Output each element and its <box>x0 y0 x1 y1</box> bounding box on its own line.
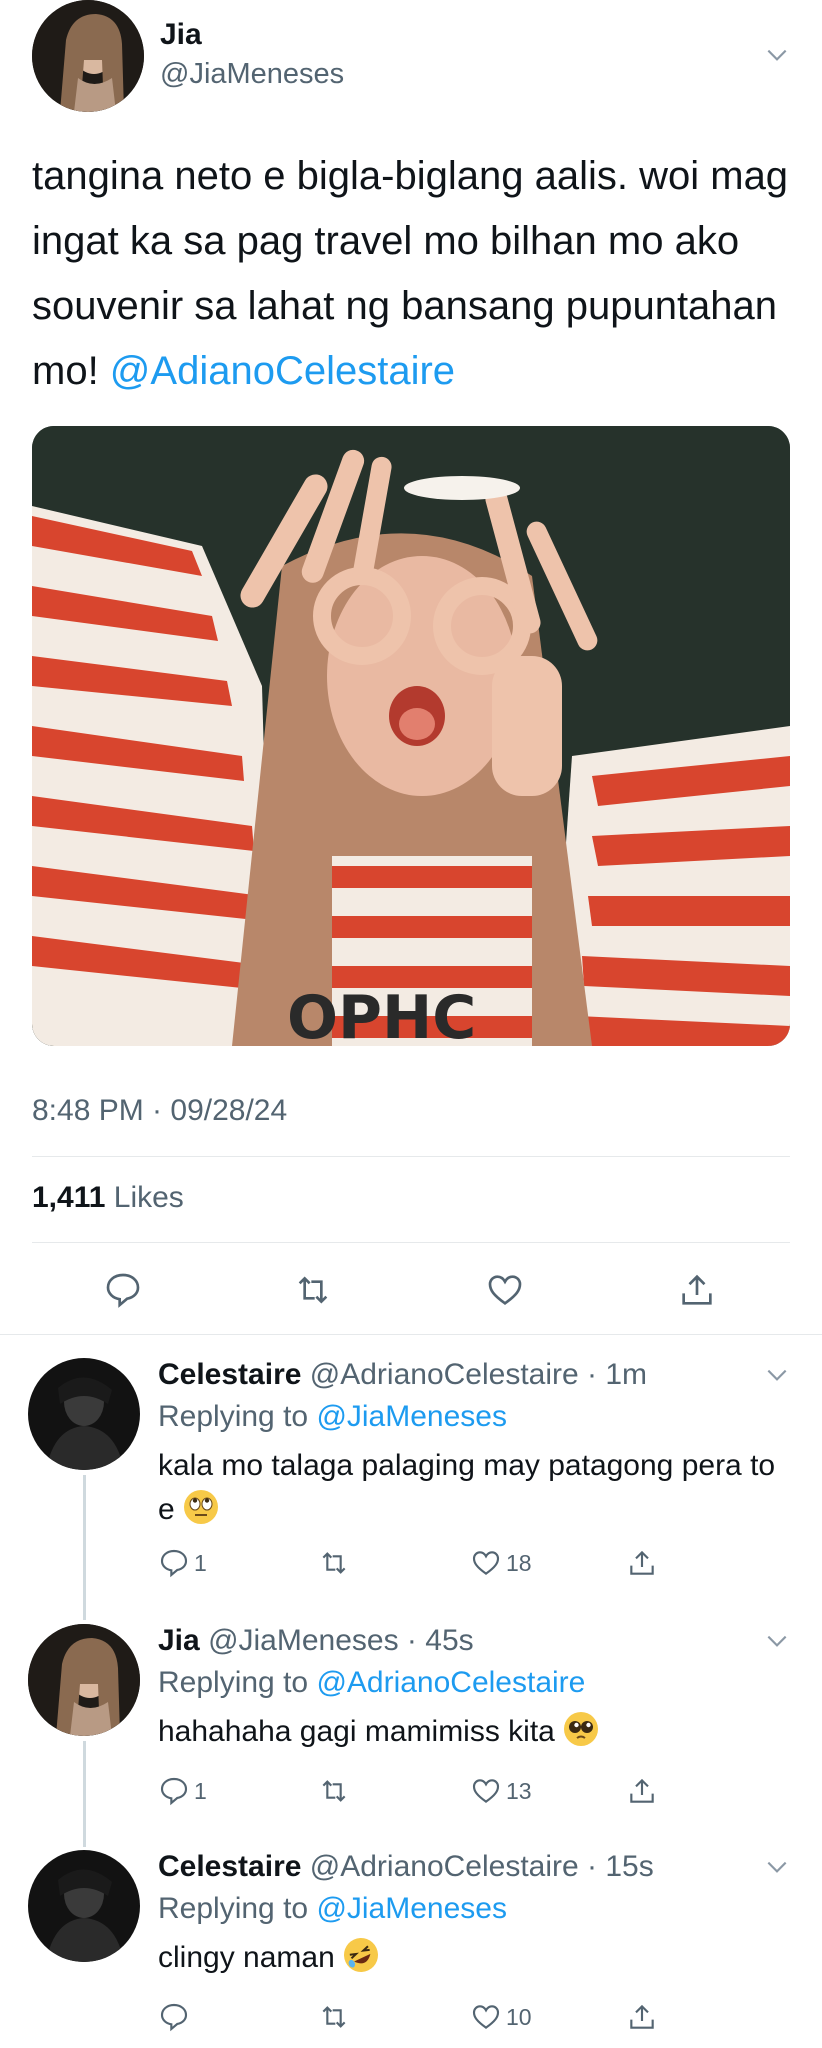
reply-header: Jia @JiaMeneses · 45s <box>158 1624 474 1658</box>
like-count: 10 <box>506 2003 532 2030</box>
like-icon <box>472 1779 500 1803</box>
reply-body: kala mo talaga palaging may patagong per… <box>158 1449 776 1526</box>
avatar[interactable] <box>28 1358 140 1470</box>
replying-to: Replying to @AdrianoCelestaire <box>158 1666 585 1700</box>
chevron-down-icon[interactable] <box>764 1854 790 1880</box>
like-button[interactable]: 18 <box>470 1546 532 1580</box>
like-button[interactable]: 13 <box>470 1774 532 1808</box>
like-button[interactable]: 10 <box>470 2000 532 2034</box>
thread-line <box>83 1475 86 1620</box>
retweet-button[interactable] <box>318 1774 354 1808</box>
replying-to-label: Replying to <box>158 1400 309 1433</box>
chevron-down-icon[interactable] <box>764 1628 790 1654</box>
photo-shirt-text: OPHC <box>287 983 476 1046</box>
likes-label: Likes <box>113 1181 184 1214</box>
like-icon <box>472 1551 500 1575</box>
chevron-down-icon[interactable] <box>764 42 790 68</box>
thread-line <box>83 1741 86 1847</box>
share-icon <box>630 2004 654 2029</box>
divider <box>32 1242 790 1243</box>
retweet-button[interactable] <box>318 1546 354 1580</box>
reply-icon <box>160 1549 188 1578</box>
likes-count-row[interactable]: 1,411 Likes <box>32 1181 184 1215</box>
share-button[interactable] <box>626 2000 658 2034</box>
avatar[interactable] <box>28 1850 140 1962</box>
rolling-eyes-emoji <box>184 1490 219 1524</box>
share-button[interactable] <box>626 1774 658 1808</box>
rofl-emoji <box>344 1938 379 1972</box>
mention-link[interactable]: @JiaMeneses <box>316 1892 507 1925</box>
share-button[interactable] <box>626 1546 658 1580</box>
reply-body: clingy naman <box>158 1941 335 1974</box>
reply-button[interactable] <box>158 2000 194 2034</box>
replying-to-label: Replying to <box>158 1666 309 1699</box>
reply-text: clingy naman <box>158 1936 778 1980</box>
share-icon <box>630 1550 654 1575</box>
retweet-icon <box>322 2006 346 2028</box>
reply-count: 1 <box>194 1549 207 1576</box>
reply-button[interactable]: 1 <box>158 1774 207 1808</box>
reply-icon <box>160 1777 188 1806</box>
tweet-text: tangina neto e bigla-biglang aalis. woi … <box>32 144 792 404</box>
reply-header: Celestaire @AdrianoCelestaire · 15s <box>158 1850 654 1884</box>
retweet-icon <box>322 1552 346 1574</box>
reply-author-name[interactable]: Celestaire <box>158 1850 301 1883</box>
mention-link[interactable]: @AdianoCelestaire <box>110 349 455 393</box>
reply-header: Celestaire @AdrianoCelestaire · 1m <box>158 1358 647 1392</box>
pleading-face-emoji <box>564 1712 599 1746</box>
replying-to: Replying to @JiaMeneses <box>158 1400 507 1434</box>
share-icon[interactable] <box>677 1270 717 1310</box>
mention-link[interactable]: @AdrianoCelestaire <box>316 1666 585 1699</box>
like-icon[interactable] <box>485 1270 525 1310</box>
reply-body: hahahaha gagi mamimiss kita <box>158 1715 555 1748</box>
avatar[interactable] <box>28 1624 140 1736</box>
retweet-icon[interactable] <box>293 1270 333 1310</box>
reply-meta[interactable]: @AdrianoCelestaire · 15s <box>310 1850 654 1883</box>
reply-author-name[interactable]: Jia <box>158 1624 200 1657</box>
share-icon <box>630 1778 654 1803</box>
tweet-photo[interactable]: OPHC <box>32 426 790 1046</box>
reply-text: kala mo talaga palaging may patagong per… <box>158 1444 778 1532</box>
like-count: 13 <box>506 1777 532 1804</box>
divider <box>0 1334 822 1335</box>
replying-to: Replying to @JiaMeneses <box>158 1892 507 1926</box>
like-count: 18 <box>506 1549 532 1576</box>
author-handle[interactable]: @JiaMeneses <box>160 58 344 91</box>
likes-count: 1,411 <box>32 1181 106 1214</box>
reply-count: 1 <box>194 1777 207 1804</box>
author-name[interactable]: Jia <box>160 18 202 52</box>
reply-button[interactable]: 1 <box>158 1546 207 1580</box>
tweet-timestamp: 8:48 PM · 09/28/24 <box>32 1094 288 1127</box>
mention-link[interactable]: @JiaMeneses <box>316 1400 507 1433</box>
retweet-icon <box>322 1780 346 1802</box>
divider <box>32 1156 790 1157</box>
avatar[interactable] <box>32 0 144 112</box>
reply-author-name[interactable]: Celestaire <box>158 1358 301 1391</box>
reply-icon[interactable] <box>103 1270 143 1310</box>
reply-meta[interactable]: @JiaMeneses · 45s <box>208 1624 474 1657</box>
reply-text: hahahaha gagi mamimiss kita <box>158 1710 778 1754</box>
chevron-down-icon[interactable] <box>764 1362 790 1388</box>
replying-to-label: Replying to <box>158 1892 309 1925</box>
like-icon <box>472 2005 500 2029</box>
retweet-button[interactable] <box>318 2000 354 2034</box>
reply-icon <box>160 2003 188 2032</box>
reply-meta[interactable]: @AdrianoCelestaire · 1m <box>310 1358 647 1391</box>
